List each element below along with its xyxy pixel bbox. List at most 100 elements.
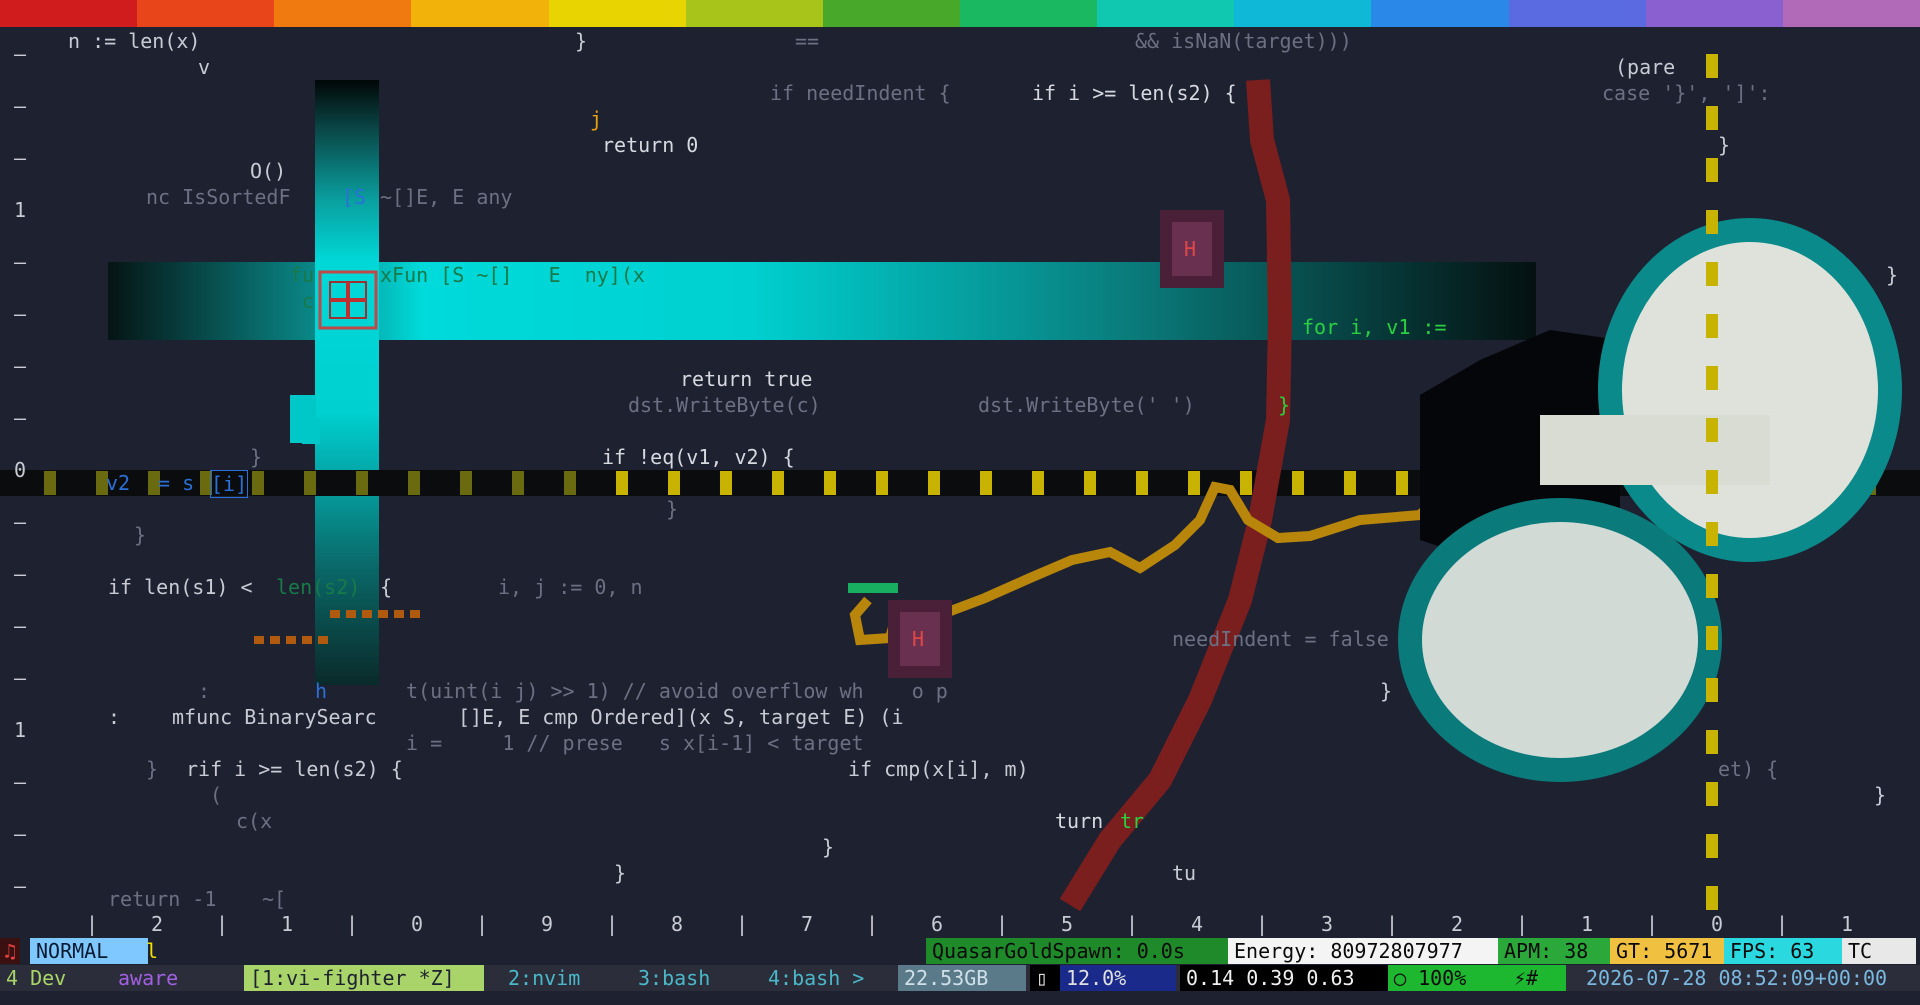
tab-vi-fighter[interactable]: [1:vi-fighter *Z]	[244, 965, 484, 991]
gutter-mark: —	[14, 822, 27, 846]
tab-nvim[interactable]: 2:nvim	[502, 965, 586, 991]
ruler-mark: |	[1776, 912, 1789, 936]
ruler-mark: 7	[801, 912, 814, 936]
gutter-mark: —	[14, 146, 27, 170]
datetime: 2026-07-28 08:52:09+00:00	[1586, 966, 1888, 990]
code-line: :	[108, 705, 121, 729]
ruler-mark: 9	[541, 912, 554, 936]
gutter-mark: —	[14, 562, 27, 586]
code-line: {	[380, 575, 393, 599]
code-line: }	[146, 757, 159, 781]
code-line: i, j := 0, n	[498, 575, 643, 599]
dotted-line-mark	[1706, 366, 1718, 390]
code-line: }	[575, 29, 588, 53]
code-line: }	[1278, 393, 1291, 417]
tc-indicator: TC	[1842, 938, 1916, 964]
ruler-mark: 8	[671, 912, 684, 936]
dotted-line-mark	[772, 471, 784, 495]
dotted-line-mark	[408, 471, 420, 495]
code-line: }	[1886, 263, 1899, 287]
dotted-line-mark	[1706, 626, 1718, 650]
line-gutter: — — — 1 — — — — 0 — — — — 1 — — —	[14, 28, 34, 912]
code-line: }	[614, 861, 627, 885]
ruler-mark: 2	[151, 912, 164, 936]
code-line: ~[]E, E any	[380, 185, 513, 209]
enemy-h-label: H	[1184, 237, 1197, 261]
code-line: et) {	[1718, 757, 1779, 781]
ruler-mark: 1	[1581, 912, 1594, 936]
gutter-mark: 1	[14, 718, 27, 742]
code-line: []E, E cmp Ordered](x S, target E) (i	[458, 705, 904, 729]
dotted-line-mark	[1240, 471, 1252, 495]
code-line: i = 1 // prese s x[i-1] < target	[406, 731, 864, 755]
dotted-line-mark	[1706, 314, 1718, 338]
code-line: c	[302, 289, 315, 313]
dotted-line-mark	[564, 471, 576, 495]
code-line: && isNaN(target)))	[1135, 29, 1352, 53]
ruler-mark: |	[476, 912, 489, 936]
code-line: case '}', ']':	[1602, 81, 1771, 105]
ruler-mark: 0	[411, 912, 424, 936]
code-line: mfunc BinarySearc	[172, 705, 377, 729]
dotted-line-mark	[720, 471, 732, 495]
dotted-line-mark	[1706, 106, 1718, 130]
code-line: t(uint(i j) >> 1) // avoid overflow wh o…	[406, 679, 948, 703]
code-line: return 0	[602, 133, 699, 157]
ruler-mark: |	[1126, 912, 1139, 936]
gutter-mark: —	[14, 510, 27, 534]
code-line: }	[1718, 133, 1731, 157]
code-line: len(s2)	[276, 575, 361, 599]
code-line: }	[1380, 679, 1393, 703]
dotted-line-mark	[1706, 886, 1718, 910]
fps-counter: FPS: 63	[1724, 938, 1842, 964]
memory-usage: 22.53GB	[898, 965, 1026, 991]
ruler-mark: |	[1516, 912, 1529, 936]
dotted-line-mark	[1136, 471, 1148, 495]
dotted-line-mark	[512, 471, 524, 495]
code-line: rif i >= len(s2) {	[186, 757, 403, 781]
code-line: xFun [S ~[] E ny](x	[380, 263, 645, 287]
ruler-mark: |	[866, 912, 879, 936]
code-line: [S	[342, 185, 367, 209]
energy-counter: Energy: 80972807977	[1228, 938, 1498, 964]
ruler-mark: |	[606, 912, 619, 936]
gutter-mark: —	[14, 666, 27, 690]
ruler-mark: |	[86, 912, 99, 936]
dotted-line-mark	[1706, 730, 1718, 754]
code-line: c(x	[236, 809, 273, 833]
dotted-line-mark	[1706, 262, 1718, 286]
dotted-line-mark	[1188, 471, 1200, 495]
tab-bash-3[interactable]: 3:bash	[632, 965, 716, 991]
dotted-line-mark	[1706, 678, 1718, 702]
dotted-line-mark	[876, 471, 888, 495]
code-line: nc IsSortedF	[146, 185, 291, 209]
code-line: }	[666, 497, 679, 521]
gutter-mark: —	[14, 770, 27, 794]
tab-bash-4[interactable]: 4:bash >	[762, 965, 870, 991]
code-line: dst.WriteByte(c)	[628, 393, 821, 417]
dotted-line-mark	[1706, 470, 1718, 494]
code-line: (pare	[1615, 55, 1676, 79]
dotted-line-mark	[824, 471, 836, 495]
code-line: }	[822, 835, 835, 859]
session-name: 4 Dev	[0, 965, 73, 991]
music-icon: ♫	[0, 938, 21, 964]
gutter-mark: 0	[14, 458, 27, 482]
game-status-bar: ♫ NORMAL l QuasarGoldSpawn: 0.0s Energy:…	[0, 938, 1920, 964]
spawn-timer: QuasarGoldSpawn: 0.0s	[926, 938, 1228, 964]
dotted-line-mark	[1396, 471, 1408, 495]
gutter-mark: —	[14, 614, 27, 638]
code-line: }	[250, 445, 263, 469]
dotted-line-mark	[1706, 782, 1718, 806]
code-line: dst.WriteByte(' ')	[978, 393, 1195, 417]
ruler-mark: |	[1646, 912, 1659, 936]
white-blob-lower	[1398, 498, 1722, 782]
code-line: if !eq(v1, v2) {	[602, 445, 795, 469]
gutter-mark: —	[14, 874, 27, 898]
code-line: tr	[1120, 809, 1145, 833]
cpu-usage: 12.0%	[1060, 965, 1176, 991]
code-line: return -1	[108, 887, 217, 911]
battery-level: ◯ 100%	[1388, 965, 1512, 991]
code-line: }	[1874, 783, 1887, 807]
code-line: if cmp(x[i], m)	[848, 757, 1029, 781]
